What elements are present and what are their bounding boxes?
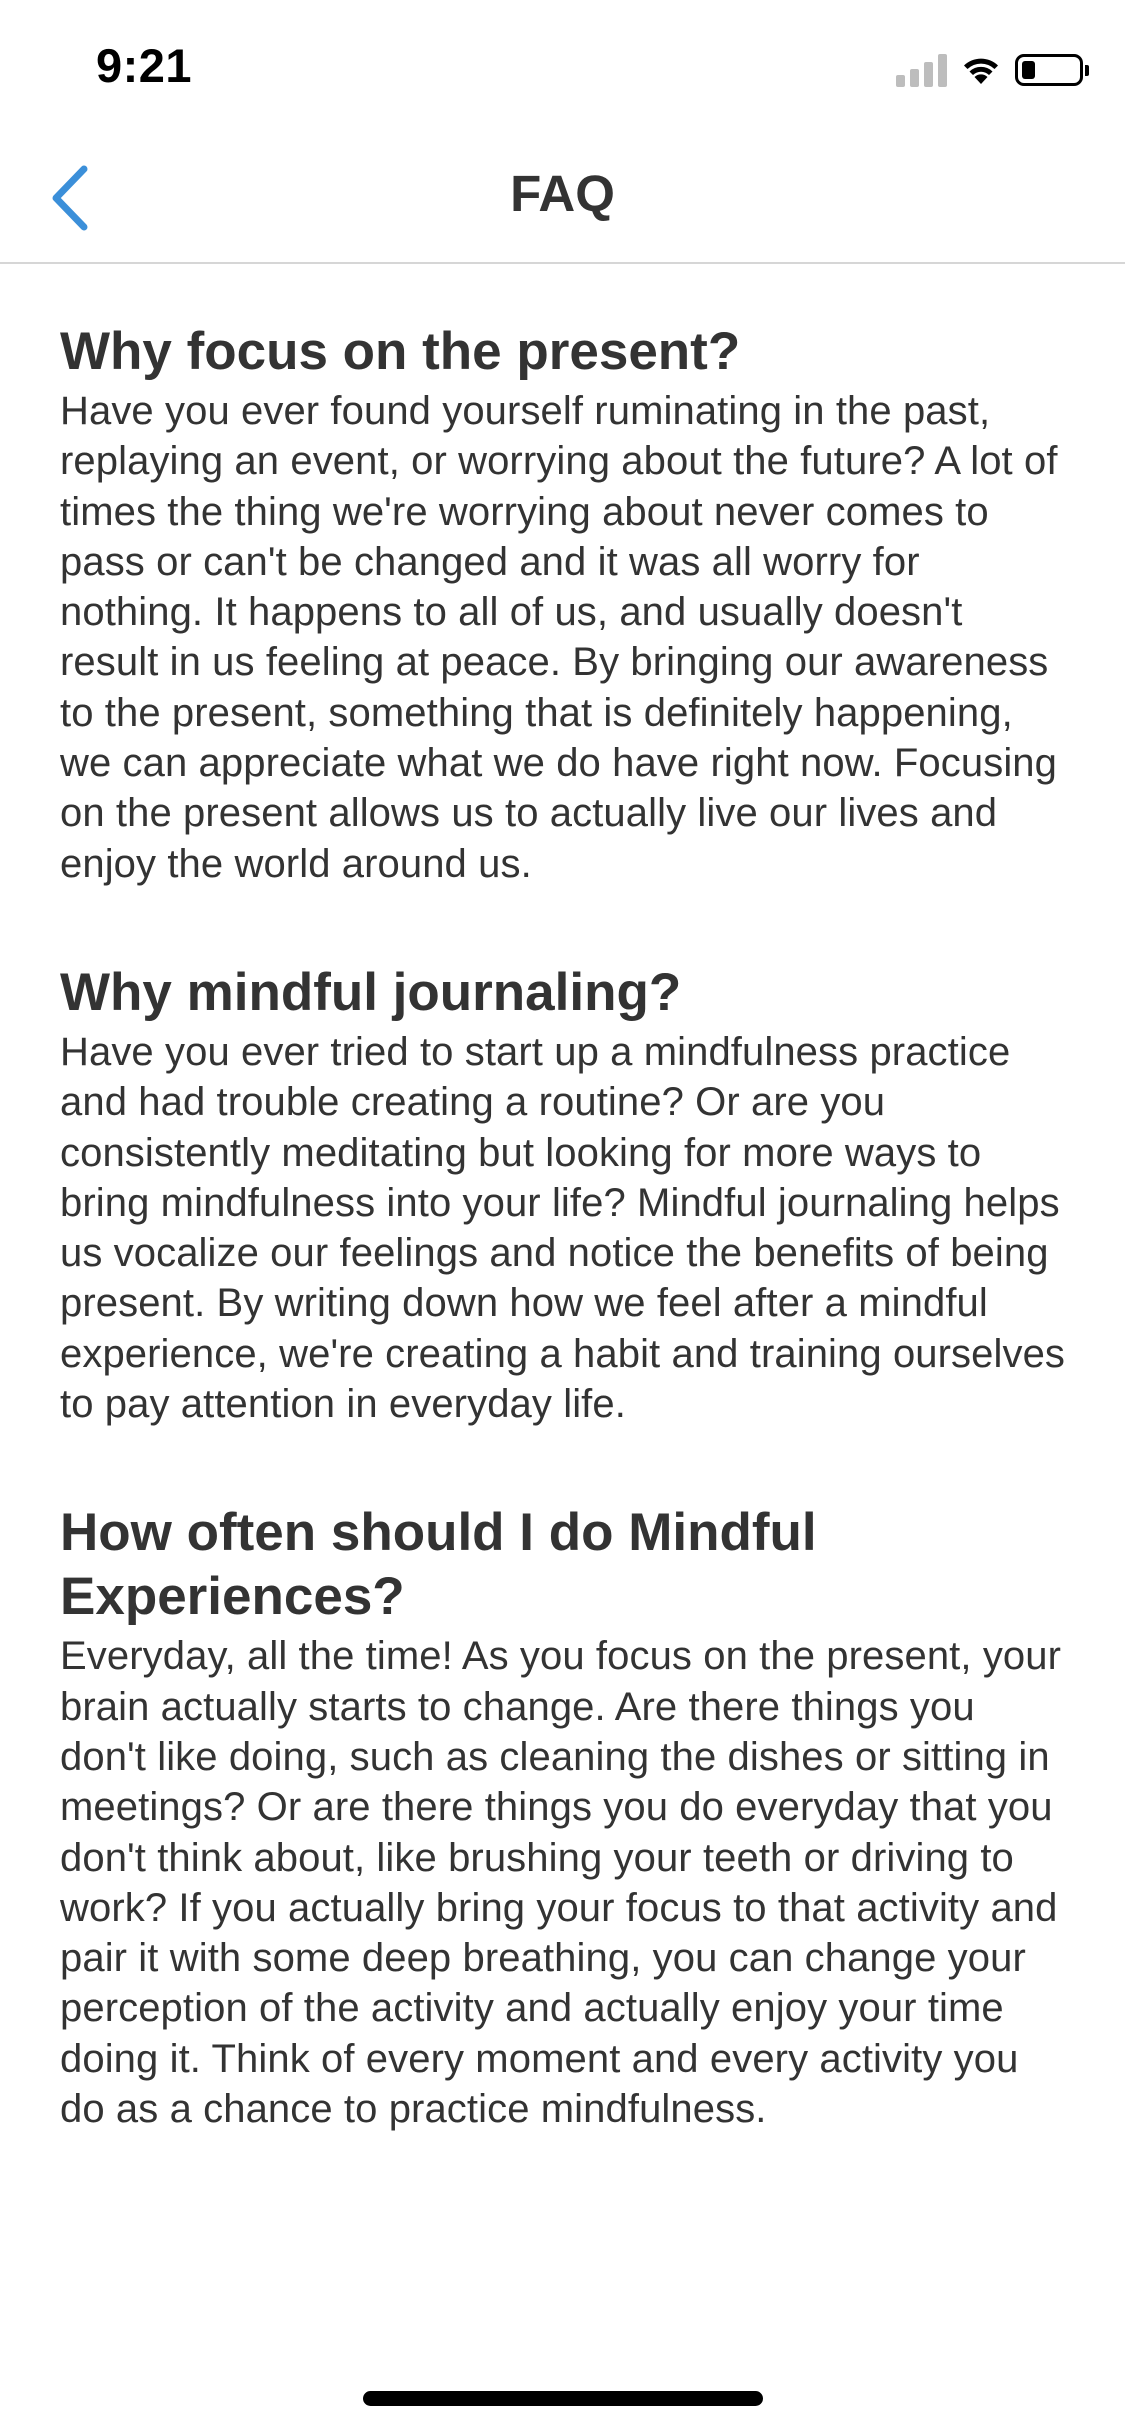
faq-item: Why focus on the present? Have you ever …: [60, 320, 1070, 889]
faq-answer: Have you ever tried to start up a mindfu…: [60, 1029, 1066, 1427]
status-time: 9:21: [96, 39, 193, 92]
faq-list: Why focus on the present? Have you ever …: [60, 320, 1070, 2206]
faq-question: How often should I do Mindful Experience…: [60, 1503, 817, 1627]
faq-item: Why mindful journaling? Have you ever tr…: [60, 961, 1070, 1429]
cellular-signal-icon: [896, 53, 947, 87]
battery-icon: [1015, 54, 1089, 86]
faq-question: Why focus on the present?: [60, 322, 741, 381]
status-bar: 9:21: [0, 0, 1125, 132]
navigation-bar: FAQ: [0, 132, 1125, 264]
page-title: FAQ: [510, 165, 615, 222]
faq-question: Why mindful journaling?: [60, 962, 682, 1022]
status-icons: [896, 50, 1089, 90]
wifi-icon: [964, 58, 998, 84]
faq-answer: Have you ever found yourself ruminating …: [60, 389, 1058, 886]
faq-item: How often should I do Mindful Experience…: [60, 1501, 1070, 2134]
home-indicator[interactable]: [363, 2391, 763, 2406]
faq-answer: Everyday, all the time! As you focus on …: [60, 1634, 1062, 2132]
